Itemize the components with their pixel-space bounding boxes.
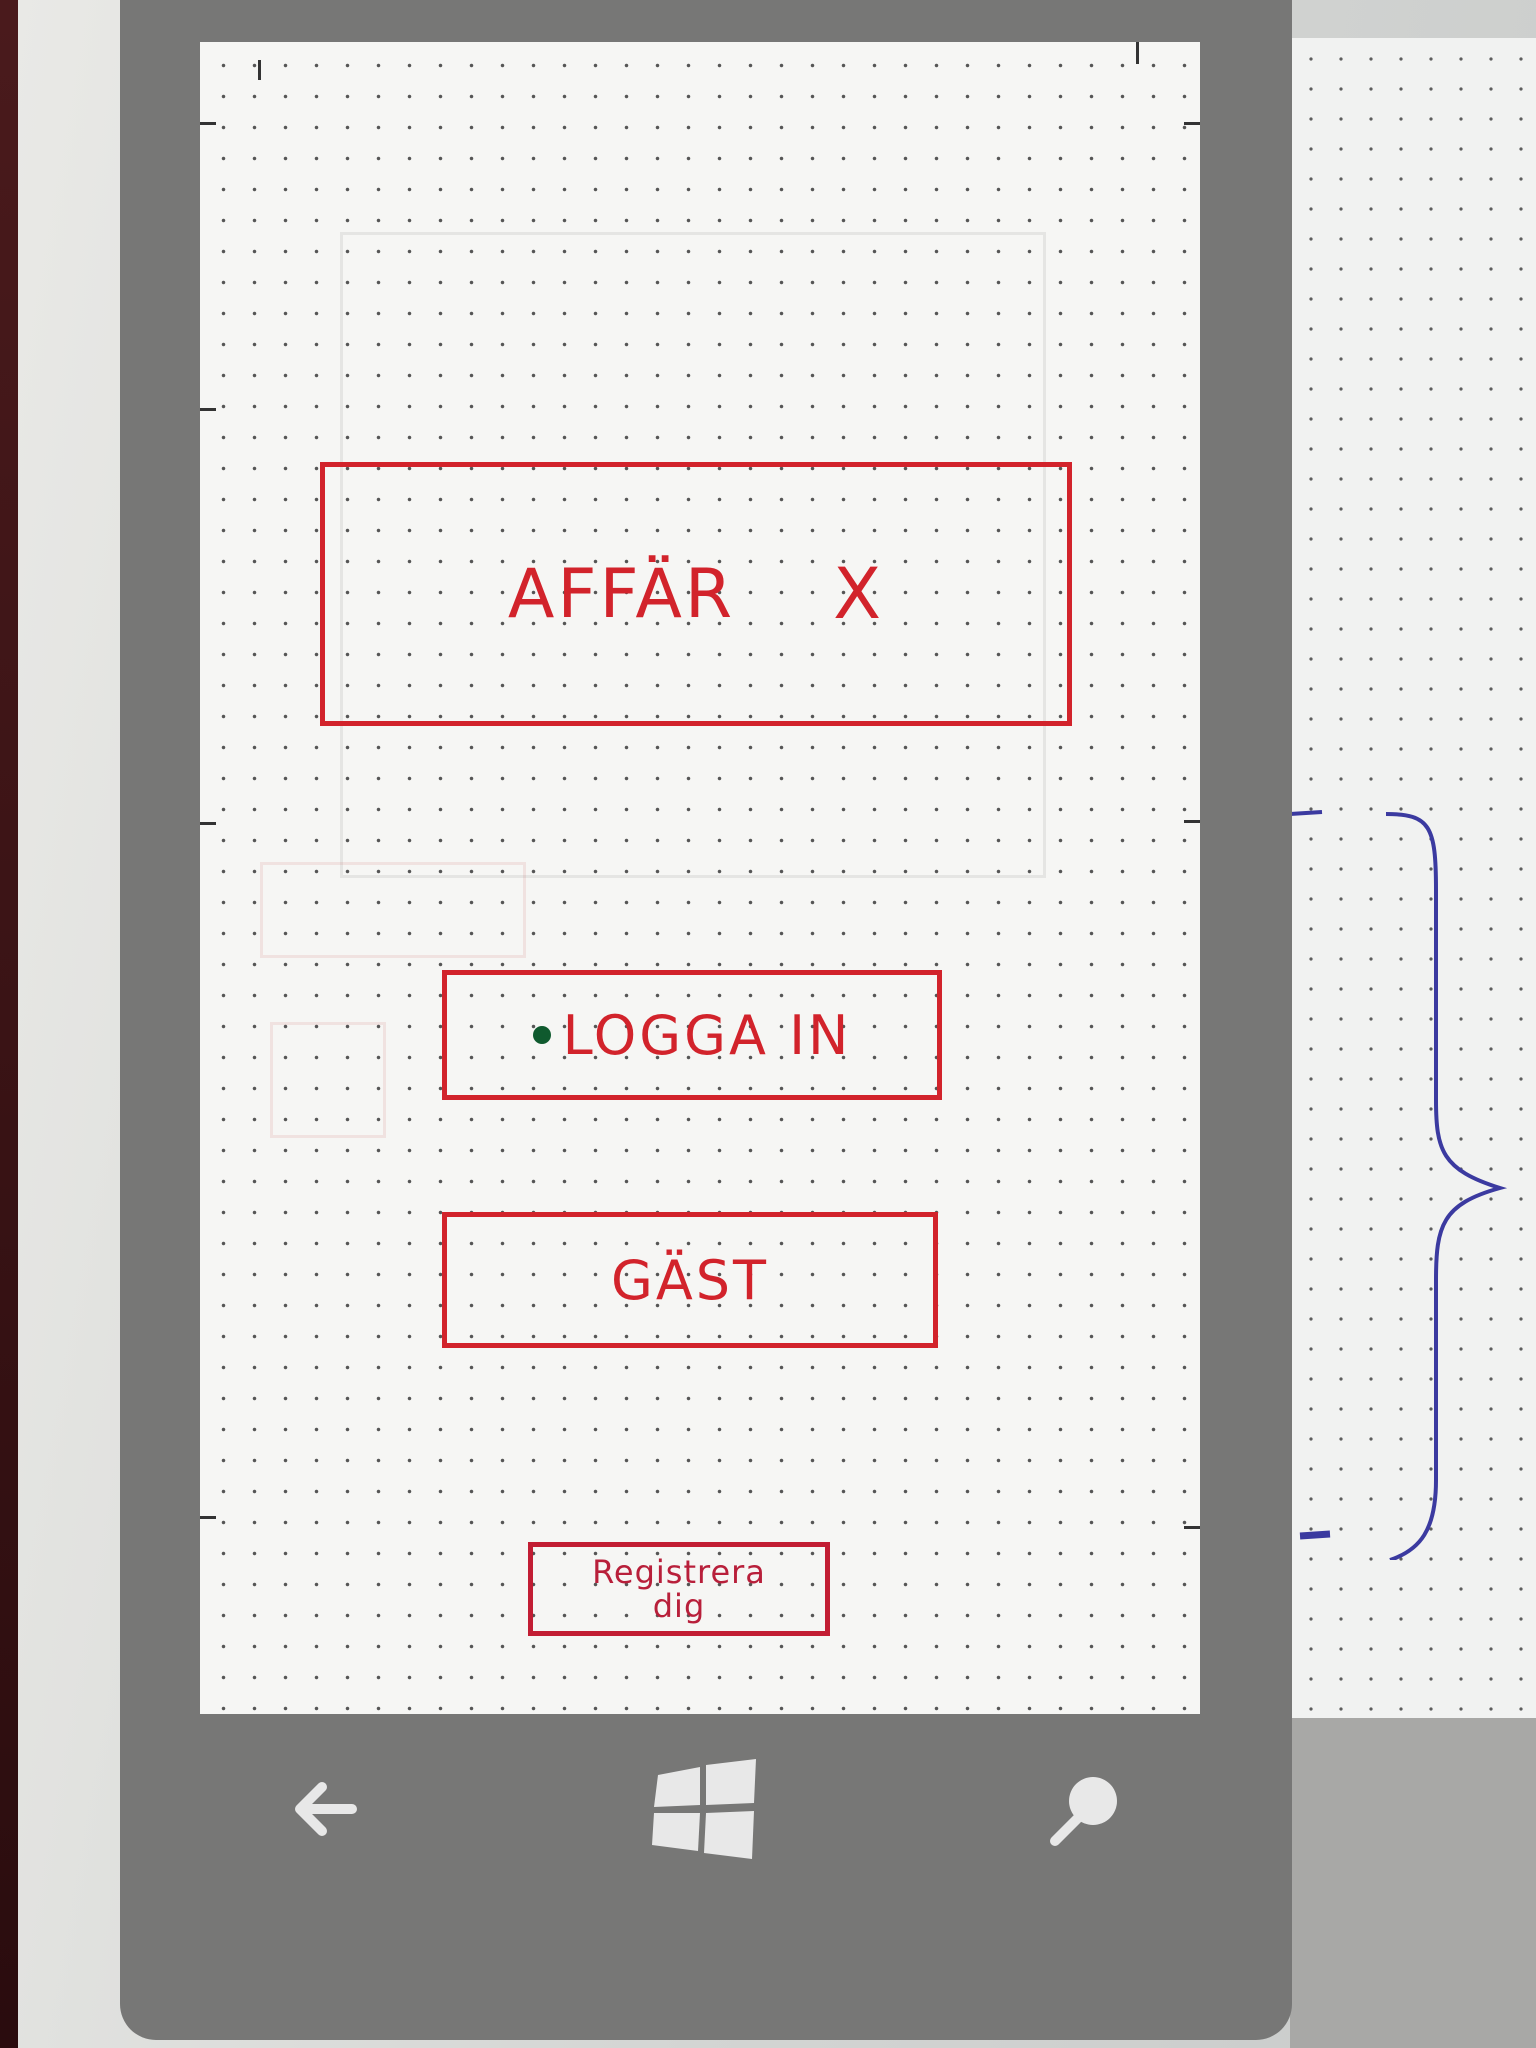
phone-nav-bar xyxy=(200,1714,1200,1904)
close-x-icon[interactable]: X xyxy=(833,553,884,635)
store-title-label: AFFÄR xyxy=(507,554,736,634)
edge-tick xyxy=(200,408,216,411)
edge-tick xyxy=(1184,122,1200,125)
store-title-box: AFFÄR X xyxy=(320,462,1072,726)
edge-tick xyxy=(1184,820,1200,823)
edge-tick xyxy=(1184,1526,1200,1529)
login-button[interactable]: LOGGA IN xyxy=(442,970,942,1100)
register-button-label-line1: Registrera xyxy=(592,1553,766,1591)
focus-dot-icon xyxy=(532,1026,551,1044)
corner-tick xyxy=(1136,42,1139,64)
register-button-label-line2: dig xyxy=(652,1587,706,1625)
windows-logo-icon[interactable] xyxy=(650,1754,760,1864)
bleed-through-sketch xyxy=(260,862,526,958)
guest-button-label: GÄST xyxy=(610,1248,770,1312)
register-button[interactable]: Registrera dig xyxy=(528,1542,830,1636)
adjacent-sheet-frame xyxy=(1290,1718,1536,2048)
phone-screen: AFFÄR X LOGGA IN GÄST Registrera dig xyxy=(200,42,1200,1714)
curly-brace-annotation xyxy=(1290,810,1508,1560)
guest-button[interactable]: GÄST xyxy=(442,1212,938,1348)
login-button-label: LOGGA IN xyxy=(562,1003,852,1067)
search-icon[interactable] xyxy=(1030,1754,1140,1864)
edge-tick xyxy=(200,122,216,125)
corner-tick xyxy=(258,60,261,80)
edge-tick xyxy=(200,822,216,825)
edge-tick xyxy=(200,1516,216,1519)
bleed-through-sketch xyxy=(270,1022,386,1138)
back-arrow-icon[interactable] xyxy=(270,1754,380,1864)
background-edge xyxy=(0,0,18,2048)
